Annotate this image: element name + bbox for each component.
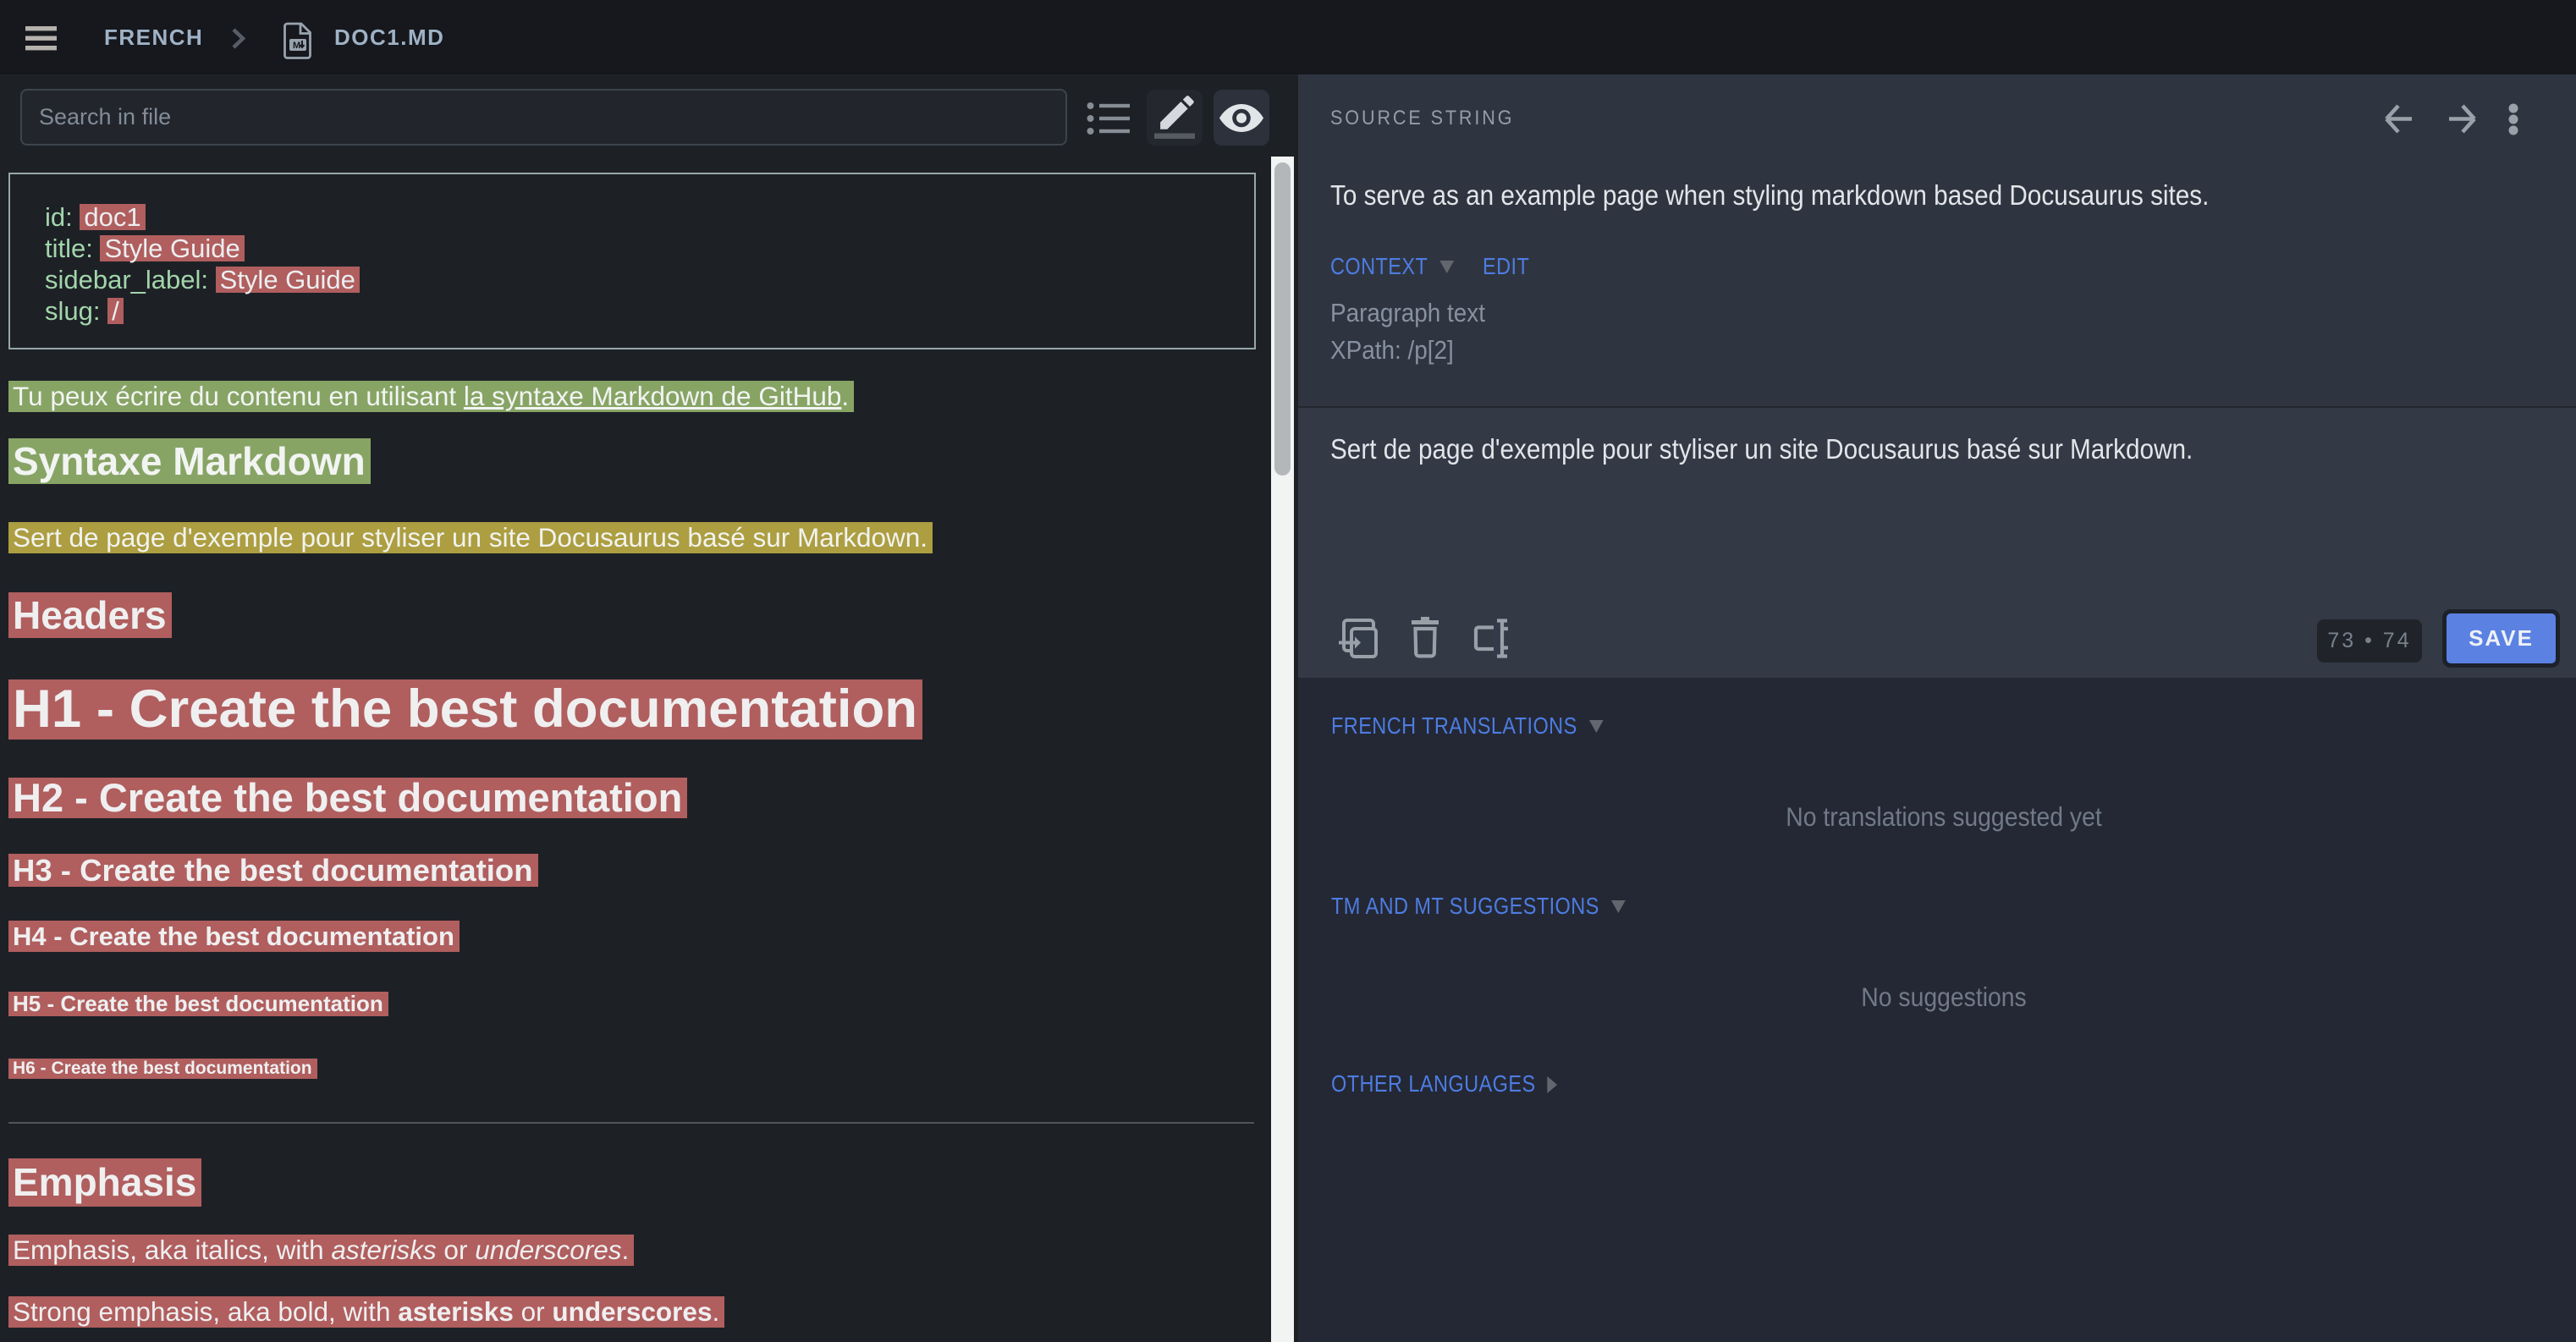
svg-text:M: M <box>293 41 300 51</box>
